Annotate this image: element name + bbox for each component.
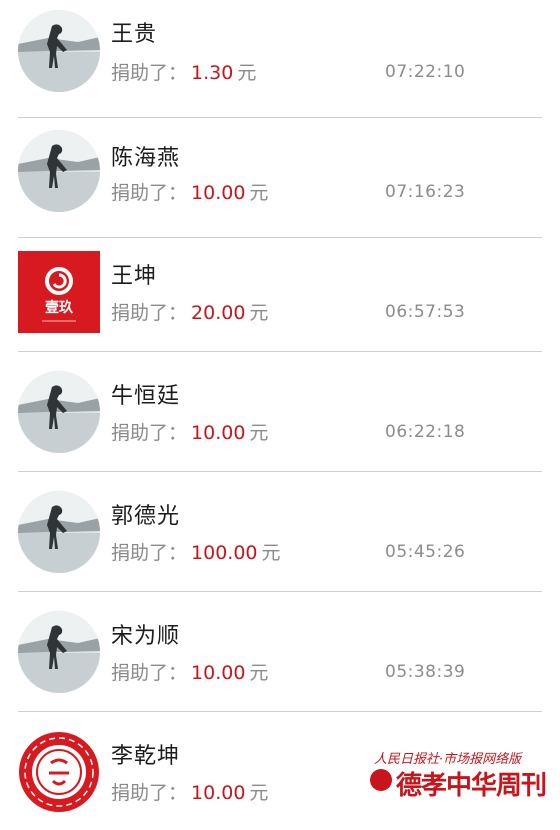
donation-amount: 100.00 xyxy=(191,542,258,564)
donation-row[interactable]: 陈海燕 捐助了： 10.00 元 07:16:23 xyxy=(0,112,560,238)
currency-unit: 元 xyxy=(237,62,257,84)
currency-unit: 元 xyxy=(249,302,269,324)
donor-name: 郭德光 xyxy=(111,504,181,529)
donation-label: 捐助了： xyxy=(111,182,188,204)
photo-avatar-icon xyxy=(18,10,100,92)
donation-time: 07:16:23 xyxy=(385,182,466,202)
donation-row[interactable]: 牛恒廷 捐助了： 10.00 元 06:22:18 xyxy=(0,352,560,472)
seal-avatar-icon xyxy=(18,731,100,813)
donation-label: 捐助了： xyxy=(111,422,188,444)
donation-text: 捐助了： 10.00 元 xyxy=(111,658,268,685)
donation-time: 05:38:39 xyxy=(385,662,466,682)
donor-name: 王坤 xyxy=(111,264,158,289)
currency-unit: 元 xyxy=(249,422,269,444)
yijiu-logo-icon: 壹玖 xyxy=(18,251,100,333)
donation-amount: 10.00 xyxy=(191,422,246,444)
currency-unit: 元 xyxy=(261,542,281,564)
logo-text: 壹玖 xyxy=(45,299,74,316)
donor-name: 李乾坤 xyxy=(111,744,181,769)
donation-text: 捐助了： 10.00 元 xyxy=(111,778,268,805)
donation-time: 07:22:10 xyxy=(385,62,466,82)
donation-row[interactable]: 宋为顺 捐助了： 10.00 元 05:38:39 xyxy=(0,592,560,712)
donation-row[interactable]: 郭德光 捐助了： 100.00 元 05:45:26 xyxy=(0,472,560,592)
donation-label: 捐助了： xyxy=(111,782,188,804)
donation-row[interactable]: 王贵 捐助了： 1.30 元 07:22:10 xyxy=(0,0,560,118)
donor-name: 牛恒廷 xyxy=(111,384,181,409)
donation-text: 捐助了： 100.00 元 xyxy=(111,538,281,565)
donation-amount: 20.00 xyxy=(191,302,246,324)
currency-unit: 元 xyxy=(249,662,269,684)
photo-avatar-icon xyxy=(18,371,100,453)
currency-unit: 元 xyxy=(249,182,269,204)
currency-unit: 元 xyxy=(249,782,269,804)
photo-avatar-icon xyxy=(18,130,100,212)
photo-avatar-icon xyxy=(18,491,100,573)
donation-time: 05:45:26 xyxy=(385,542,466,562)
donation-amount: 10.00 xyxy=(191,782,246,804)
donation-text: 捐助了： 20.00 元 xyxy=(111,298,268,325)
donation-time: 06:22:18 xyxy=(385,422,466,442)
donation-amount: 10.00 xyxy=(191,662,246,684)
donation-amount: 10.00 xyxy=(191,182,246,204)
donation-label: 捐助了： xyxy=(111,62,188,84)
donation-amount: 1.30 xyxy=(191,62,234,84)
watermark-seal-icon xyxy=(370,769,392,791)
donation-label: 捐助了： xyxy=(111,542,188,564)
donation-text: 捐助了： 1.30 元 xyxy=(111,58,256,85)
donation-text: 捐助了： 10.00 元 xyxy=(111,178,268,205)
donation-row[interactable]: 壹玖 王坤 捐助了： 20.00 元 06:57:53 xyxy=(0,232,560,352)
donation-time: 06:57:53 xyxy=(385,302,466,322)
donation-label: 捐助了： xyxy=(111,302,188,324)
donor-name: 宋为顺 xyxy=(111,624,181,649)
donor-name: 王贵 xyxy=(111,22,158,47)
publication-watermark: 人民日报社·市场报网络版 德孝中华周刊 xyxy=(368,748,548,810)
donation-label: 捐助了： xyxy=(111,662,188,684)
photo-avatar-icon xyxy=(18,611,100,693)
donation-text: 捐助了： 10.00 元 xyxy=(111,418,268,445)
donor-name: 陈海燕 xyxy=(111,146,181,171)
watermark-line2: 德孝中华周刊 xyxy=(396,771,547,801)
